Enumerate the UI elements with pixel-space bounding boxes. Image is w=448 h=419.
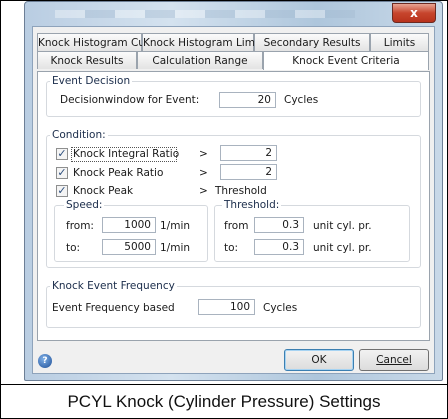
event-frequency-group-label: Knock Event Frequency — [50, 280, 177, 292]
close-button[interactable]: x — [392, 3, 436, 23]
event-frequency-label: Event Frequency based — [52, 302, 175, 314]
speed-label: Speed: — [64, 199, 105, 211]
speed-to-input[interactable]: 5000 — [102, 239, 156, 255]
tab-label: Knock Results — [50, 55, 124, 67]
knock-peak-label: Knock Peak — [73, 185, 134, 197]
tab-knock-histogram-limits[interactable]: Knock Histogram Limits — [142, 33, 267, 51]
tab-secondary-results[interactable]: Secondary Results — [254, 33, 370, 51]
threshold-to-unit: unit cyl. pr. — [313, 242, 372, 254]
threshold-label: Threshold: — [222, 199, 282, 211]
title-bar-texture — [55, 10, 355, 18]
knock-peak-ratio-label: Knock Peak Ratio — [73, 167, 164, 179]
tab-label: Knock Event Criteria — [292, 55, 400, 67]
event-frequency-unit: Cycles — [263, 302, 298, 314]
tab-limits[interactable]: Limits — [370, 33, 429, 51]
threshold-from-label: from — [224, 220, 249, 232]
title-bar[interactable]: x — [25, 2, 442, 26]
tab-label: Limits — [383, 37, 416, 49]
knock-peak-threshold-text: Threshold — [215, 185, 267, 197]
threshold-subgroup — [214, 205, 410, 262]
knock-integral-ratio-label: Knock Integral Ratio — [73, 148, 180, 160]
help-icon[interactable]: ? — [38, 354, 52, 368]
tab-knock-event-criteria[interactable]: Knock Event Criteria — [263, 51, 429, 70]
knock-integral-ratio-input[interactable]: 2 — [220, 145, 277, 161]
ok-button[interactable]: OK — [284, 349, 354, 371]
speed-from-label: from: — [66, 220, 94, 232]
speed-from-unit: 1/min — [160, 220, 191, 232]
threshold-from-unit: unit cyl. pr. — [313, 220, 372, 232]
dialog-client-area: Knock Histogram Curves Knock Histogram L… — [32, 26, 435, 374]
threshold-to-input[interactable]: 0.3 — [254, 239, 304, 255]
tab-label: Knock Histogram Limits — [143, 37, 268, 49]
settings-dialog: x Knock Histogram Curves Knock Histogram… — [24, 1, 443, 381]
tab-label: Secondary Results — [263, 37, 361, 49]
tab-calculation-range[interactable]: Calculation Range — [137, 51, 263, 69]
knock-peak-ratio-checkbox[interactable]: ✓ — [56, 167, 68, 179]
speed-to-label: to: — [66, 242, 81, 254]
figure-caption: PCYL Knock (Cylinder Pressure) Settings — [67, 392, 381, 411]
threshold-from-input[interactable]: 0.3 — [254, 217, 304, 233]
cancel-button[interactable]: Cancel — [359, 349, 429, 371]
close-icon: x — [410, 6, 418, 20]
event-frequency-input[interactable]: 100 — [198, 299, 255, 315]
threshold-to-label: to: — [224, 242, 239, 254]
knock-peak-ratio-input[interactable]: 2 — [220, 164, 277, 180]
knock-peak-ratio-operator: > — [199, 167, 208, 179]
tab-label: Calculation Range — [152, 55, 248, 67]
decision-window-input[interactable]: 20 — [219, 92, 276, 108]
knock-integral-ratio-operator: > — [199, 148, 208, 160]
tab-knock-results[interactable]: Knock Results — [37, 51, 137, 69]
condition-group-label: Condition: — [50, 129, 108, 141]
knock-peak-checkbox[interactable]: ✓ — [56, 185, 68, 197]
tab-knock-histogram-curves[interactable]: Knock Histogram Curves — [37, 33, 167, 51]
knock-peak-operator: > — [199, 185, 208, 197]
decision-window-unit: Cycles — [284, 94, 319, 106]
decision-window-label: Decisionwindow for Event: — [60, 94, 200, 106]
speed-from-input[interactable]: 1000 — [102, 217, 156, 233]
event-decision-group-label: Event Decision — [50, 75, 133, 87]
tab-panel-knock-event-criteria: Event Decision Decisionwindow for Event:… — [37, 71, 430, 341]
speed-to-unit: 1/min — [160, 242, 191, 254]
figure-frame: x Knock Histogram Curves Knock Histogram… — [0, 0, 448, 419]
knock-integral-ratio-checkbox[interactable]: ✓ — [56, 148, 68, 160]
